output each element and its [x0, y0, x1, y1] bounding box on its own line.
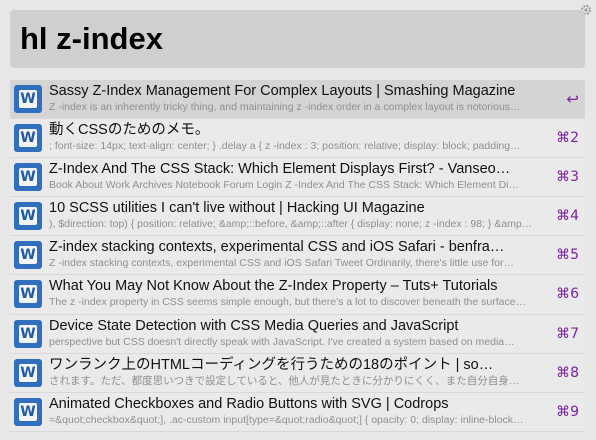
- result-snippet: されます。ただ、都度思いつきで設定していると、他人が見たときに分かりにくく、また…: [49, 374, 520, 387]
- result-row[interactable]: W Z-Index And The CSS Stack: Which Elemen…: [10, 158, 585, 198]
- result-row[interactable]: W Device State Detection with CSS Media Q…: [10, 314, 585, 354]
- bookmark-icon: W: [14, 85, 42, 113]
- result-title: 10 SCSS utilities I can't live without |…: [49, 200, 425, 217]
- result-row[interactable]: W 10 SCSS utilities I can't live without …: [10, 197, 585, 237]
- result-title: Z-Index And The CSS Stack: Which Element…: [49, 161, 511, 178]
- result-row[interactable]: W Animated Checkboxes and Radio Buttons w…: [10, 392, 585, 432]
- result-shortcut: ⌘4: [556, 208, 579, 225]
- result-shortcut: ⌘9: [556, 403, 579, 420]
- results-list: W Sassy Z-Index Management For Complex La…: [10, 80, 585, 432]
- result-shortcut: ↩: [566, 90, 579, 108]
- result-snippet: Z -index stacking contexts, experimental…: [49, 257, 514, 270]
- bookmark-icon: W: [14, 397, 42, 426]
- result-title: ワンランク上のHTMLコーディングを行うための18のポイント | so…: [49, 356, 494, 373]
- result-shortcut: ⌘7: [556, 325, 579, 342]
- result-snippet: The z -index property in CSS seems simpl…: [49, 296, 527, 309]
- bookmark-icon: W: [14, 358, 42, 387]
- search-field[interactable]: hl z-index: [10, 10, 585, 68]
- bookmark-icon: W: [14, 241, 42, 270]
- result-title: Sassy Z-Index Management For Complex Lay…: [49, 83, 516, 99]
- bookmark-icon: W: [14, 163, 42, 192]
- result-shortcut: ⌘3: [556, 169, 579, 186]
- result-snippet: perspective but CSS doesn't directly spe…: [49, 335, 515, 348]
- result-snippet: ), $direction: top) { position: relative…: [49, 218, 533, 231]
- result-row[interactable]: W 動くCSSのためのメモ。; font-size: 14px; text-ali…: [10, 119, 585, 159]
- result-shortcut: ⌘6: [556, 286, 579, 303]
- bookmark-icon: W: [14, 319, 42, 348]
- bookmark-icon: W: [14, 202, 42, 231]
- result-title: Z-index stacking contexts, experimental …: [49, 239, 505, 256]
- result-shortcut: ⌘5: [556, 247, 579, 264]
- bookmark-icon: W: [14, 124, 42, 153]
- result-snippet: ; font-size: 14px; text-align: center; }…: [49, 140, 521, 153]
- result-row[interactable]: W What You May Not Know About the Z-Index…: [10, 275, 585, 315]
- result-shortcut: ⌘2: [556, 130, 579, 147]
- result-title: Device State Detection with CSS Media Qu…: [49, 317, 459, 334]
- result-title: Animated Checkboxes and Radio Buttons wi…: [49, 395, 449, 412]
- result-snippet: =&quot;checkbox&quot;], .ac-custom input…: [49, 413, 524, 426]
- search-input[interactable]: hl z-index: [18, 21, 163, 57]
- result-title: 動くCSSのためのメモ。: [49, 122, 210, 139]
- result-row[interactable]: W ワンランク上のHTMLコーディングを行うための18のポイント | so… されま…: [10, 353, 585, 393]
- bookmark-icon: W: [14, 280, 42, 309]
- result-snippet: Z -index is an inherently tricky thing, …: [49, 101, 521, 113]
- result-title: What You May Not Know About the Z-Index …: [49, 278, 498, 295]
- result-shortcut: ⌘8: [556, 364, 579, 381]
- launcher-window: hl z-index W Sassy Z-Index Management For…: [0, 0, 596, 440]
- result-snippet: Book About Work Archives Notebook Forum …: [49, 179, 519, 192]
- result-row[interactable]: W Sassy Z-Index Management For Complex La…: [10, 80, 585, 120]
- result-row[interactable]: W Z-index stacking contexts, experimental…: [10, 236, 585, 276]
